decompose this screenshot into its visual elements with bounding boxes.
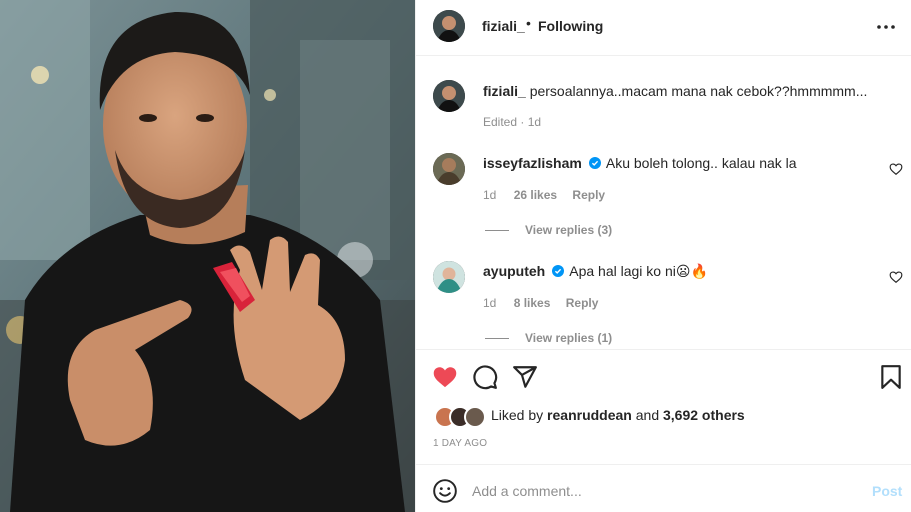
author-avatar-image [433, 10, 465, 42]
bookmark-icon[interactable] [878, 364, 904, 390]
post-timestamp[interactable]: 1 DAY AGO [433, 438, 487, 449]
comment-input[interactable] [472, 478, 862, 504]
comment-composer: Post [416, 466, 911, 512]
view-replies-line [485, 230, 509, 232]
comment-meta: 1d 8 likes Reply [483, 296, 598, 310]
post-detail-panel: fiziali_ • Following fiziali_ persoalann… [415, 0, 911, 512]
liked-by-text: Liked by reanruddean and 3,692 others [491, 407, 745, 423]
liked-by-prefix: Liked by [491, 407, 544, 423]
liked-by-joiner: and [635, 407, 660, 423]
author-avatar[interactable] [433, 10, 465, 42]
author-username[interactable]: fiziali_ [482, 18, 525, 34]
post-button[interactable]: Post [872, 483, 902, 499]
comment-username[interactable]: ayuputeh [483, 263, 545, 279]
comment-heart-icon[interactable] [889, 162, 903, 176]
caption-author-avatar-image [433, 80, 465, 112]
comment-avatar[interactable] [433, 261, 465, 293]
liked-by-avatars[interactable] [434, 406, 490, 428]
emoji-smile-icon[interactable] [432, 478, 458, 504]
comment-text: Apa hal lagi ko ni😦🔥 [569, 263, 708, 279]
view-replies-line [485, 338, 509, 340]
post-header: fiziali_ • Following [416, 0, 911, 56]
heart-icon[interactable] [432, 364, 458, 390]
view-replies-button[interactable]: View replies (3) [485, 223, 612, 237]
comment-avatar[interactable] [433, 153, 465, 185]
caption-text: persoalannya..macam mana nak cebok??hmmm… [529, 83, 868, 99]
comment-username[interactable]: isseyfazlisham [483, 155, 582, 171]
comment-bubble-icon[interactable] [472, 364, 498, 390]
caption-author-avatar[interactable] [433, 80, 465, 112]
comment-likes[interactable]: 8 likes [514, 296, 551, 310]
comment-reply-button[interactable]: Reply [566, 296, 599, 310]
comment-reply-button[interactable]: Reply [572, 188, 605, 202]
more-options-icon[interactable] [874, 18, 898, 36]
view-replies-label: View replies (3) [525, 223, 613, 237]
caption: fiziali_ persoalannya..macam mana nak ce… [483, 82, 867, 100]
verified-badge-icon [552, 265, 565, 277]
liked-by-others[interactable]: 3,692 others [663, 407, 745, 423]
comment-likes[interactable]: 26 likes [514, 188, 557, 202]
comment-avatar-image [433, 153, 465, 185]
comment-age: 1d [483, 188, 497, 202]
caption-username[interactable]: fiziali_ [483, 83, 526, 99]
comment-age: 1d [483, 296, 497, 310]
comment-meta: 1d 26 likes Reply [483, 188, 605, 202]
comment-item: isseyfazlisham Aku boleh tolong.. kalau … [483, 154, 797, 172]
caption-meta: Edited · 1d [483, 115, 542, 129]
header-separator: • [526, 15, 531, 31]
post-photo-illustration [0, 0, 415, 512]
post-actions: Liked by reanruddean and 3,692 others 1 … [416, 349, 911, 465]
comment-heart-icon[interactable] [889, 270, 903, 284]
post-image[interactable] [0, 0, 415, 512]
comments-list[interactable]: fiziali_ persoalannya..macam mana nak ce… [416, 57, 911, 349]
following-button[interactable]: Following [538, 18, 603, 34]
verified-badge-icon [588, 157, 601, 169]
liker-avatar [464, 406, 486, 428]
liked-by-user[interactable]: reanruddean [547, 407, 632, 423]
comment-avatar-image [433, 261, 465, 293]
paper-plane-icon[interactable] [512, 364, 538, 390]
comment-item: ayuputeh Apa hal lagi ko ni😦🔥 [483, 262, 708, 280]
view-replies-button[interactable]: View replies (1) [485, 331, 612, 345]
view-replies-label: View replies (1) [525, 331, 613, 345]
comment-text: Aku boleh tolong.. kalau nak la [605, 155, 797, 171]
